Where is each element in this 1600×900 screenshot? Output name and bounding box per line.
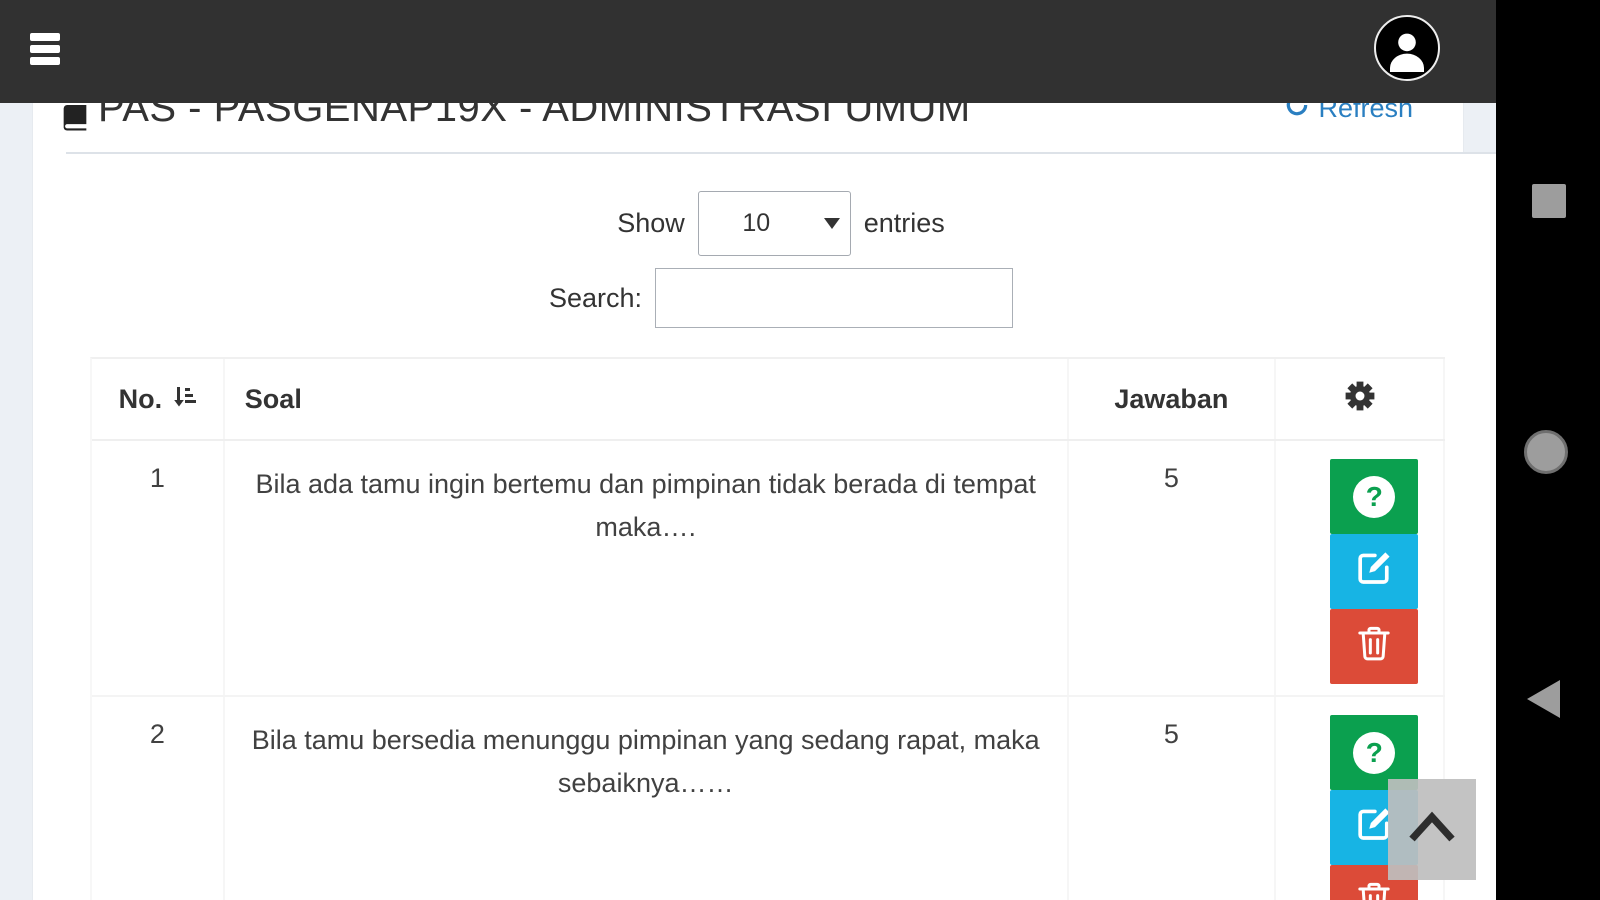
- scroll-to-top-button[interactable]: [1388, 779, 1476, 880]
- user-avatar[interactable]: [1374, 15, 1440, 81]
- gear-icon: [1344, 380, 1376, 419]
- search-label: Search:: [548, 282, 643, 313]
- chevron-up-icon: [1406, 810, 1458, 849]
- header-actions: [1276, 359, 1445, 439]
- row-jawaban: 5: [1069, 441, 1277, 695]
- row-soal: Bila tamu bersedia menunggu pimpinan yan…: [225, 697, 1069, 900]
- row-number: 2: [92, 697, 225, 900]
- row-actions: ?: [1276, 441, 1445, 695]
- content-card: PAS - PASGENAP19X - ADMINISTRASI UMUM Re…: [32, 0, 1496, 900]
- android-recents-button[interactable]: [1532, 184, 1566, 218]
- page-length-control: Show 10 entries: [66, 190, 1496, 257]
- show-label: Show: [617, 208, 685, 238]
- android-home-button[interactable]: [1524, 430, 1568, 474]
- header-soal[interactable]: Soal: [225, 359, 1069, 439]
- detail-button[interactable]: ?: [1330, 459, 1419, 534]
- screen: PAS - PASGENAP19X - ADMINISTRASI UMUM Re…: [0, 0, 1600, 900]
- delete-button[interactable]: [1330, 609, 1419, 684]
- menu-toggle-button[interactable]: [30, 33, 66, 73]
- table-header-row: No. Soal Jawaban: [92, 359, 1445, 441]
- book-icon: [56, 100, 94, 139]
- hamburger-icon: [30, 33, 60, 41]
- row-jawaban: 5: [1069, 697, 1277, 900]
- header-jawaban[interactable]: Jawaban: [1069, 359, 1277, 439]
- page-length-value: 10: [742, 209, 771, 237]
- search-control: Search:: [66, 265, 1496, 331]
- question-circle-icon: ?: [1353, 731, 1396, 774]
- chevron-down-icon: [823, 218, 840, 229]
- person-icon: [1390, 33, 1424, 72]
- android-back-button[interactable]: [1527, 680, 1560, 718]
- header-no[interactable]: No.: [92, 359, 225, 439]
- table-row: 2 Bila tamu bersedia menunggu pimpinan y…: [92, 697, 1445, 900]
- question-circle-icon: ?: [1353, 475, 1396, 518]
- sort-icon: [172, 384, 197, 415]
- top-navbar: [0, 0, 1496, 103]
- entries-label: entries: [863, 208, 945, 238]
- row-soal: Bila ada tamu ingin bertemu dan pimpinan…: [225, 441, 1069, 695]
- edit-button[interactable]: [1330, 534, 1419, 609]
- table-row: 1 Bila ada tamu ingin bertemu dan pimpin…: [92, 441, 1445, 697]
- row-number: 1: [92, 441, 225, 695]
- search-input[interactable]: [655, 268, 1014, 328]
- trash-icon: [1354, 879, 1394, 900]
- android-nav-bar: [1496, 0, 1600, 900]
- questions-table: No. Soal Jawaban 1 Bila ada tamu ingin b…: [90, 357, 1445, 900]
- page-length-select[interactable]: 10: [697, 191, 851, 256]
- trash-icon: [1354, 623, 1394, 670]
- table-box: Show 10 entries Search: No. Soal Jawaban…: [66, 152, 1496, 900]
- edit-icon: [1353, 547, 1395, 596]
